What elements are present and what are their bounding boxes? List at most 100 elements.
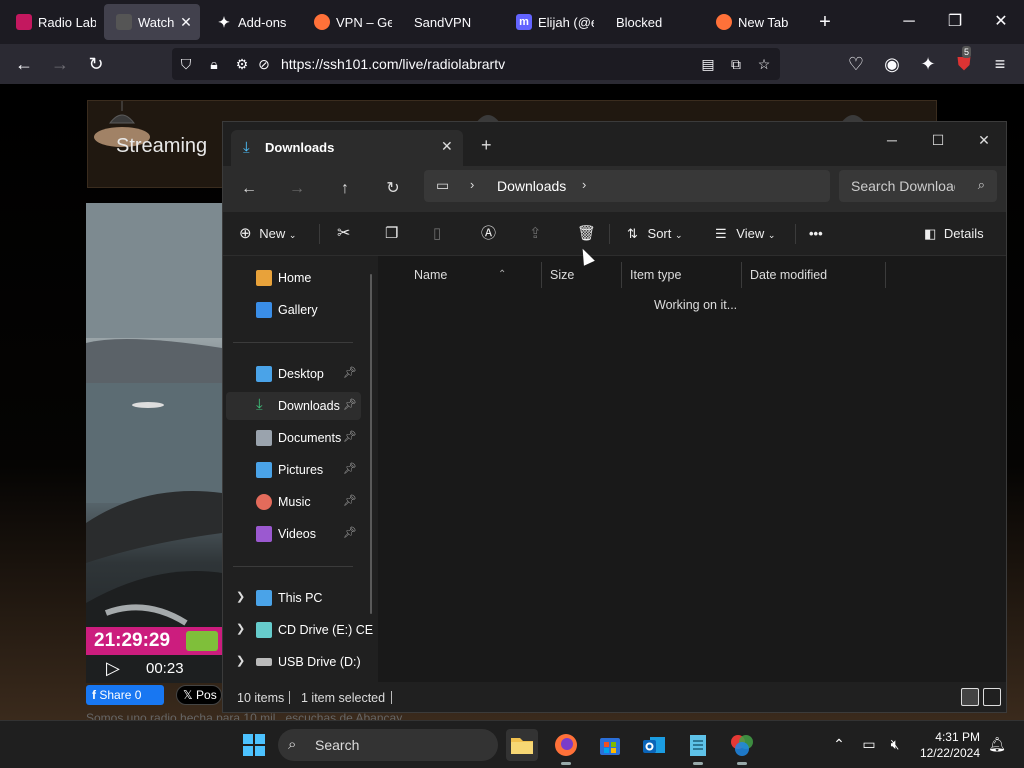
network-icon[interactable]: ▭: [858, 733, 880, 755]
rename-icon[interactable]: Ⓐ: [481, 222, 496, 246]
x-post-button[interactable]: 𝕏 Pos: [176, 685, 222, 705]
ublock-icon[interactable]: ⛊ 5: [950, 46, 978, 78]
nav-scrollbar[interactable]: [370, 274, 372, 614]
details-pane-button[interactable]: ◧ Details: [924, 222, 984, 246]
firefox-app[interactable]: [550, 729, 582, 765]
column-header-size[interactable]: Size: [542, 262, 622, 288]
outlook-app[interactable]: [638, 729, 670, 761]
shield-icon[interactable]: ⛉: [176, 54, 196, 74]
search-icon[interactable]: ⌕: [978, 177, 985, 193]
tracking-blocked-icon[interactable]: ⊘: [254, 54, 274, 74]
delete-icon[interactable]: 🗑︎: [577, 222, 596, 246]
new-button[interactable]: ⊕ New ⌄: [239, 222, 296, 246]
start-button[interactable]: [238, 729, 270, 761]
chevron-right-icon[interactable]: ❯: [236, 622, 245, 635]
close-tab-icon[interactable]: ✕: [441, 138, 453, 155]
nav-item-cd-drive[interactable]: ❯ CD Drive (E:) CE: [226, 616, 373, 644]
url-text[interactable]: https://ssh101.com/live/radiolabrartv: [281, 56, 505, 72]
nav-item-pictures[interactable]: Pictures 📌︎: [226, 456, 361, 484]
reload-button[interactable]: ↻: [82, 50, 110, 78]
browser-tab[interactable]: Blocked: [604, 4, 694, 40]
close-tab-icon[interactable]: ✕: [176, 14, 196, 31]
reader-view-icon[interactable]: ▤: [698, 54, 718, 74]
pin-icon[interactable]: 📌︎: [343, 398, 357, 411]
nav-item-videos[interactable]: Videos 📌︎: [226, 520, 361, 548]
browser-tab[interactable]: VPN – Get: [302, 4, 392, 40]
more-options-button[interactable]: •••: [809, 222, 823, 246]
copy-icon[interactable]: ❐: [385, 222, 398, 246]
large-icons-view-icon[interactable]: [983, 688, 1001, 706]
details-view-icon[interactable]: [961, 688, 979, 706]
cut-icon[interactable]: ✂: [337, 222, 350, 246]
browser-tab[interactable]: ✦ Add-ons f: [204, 4, 290, 40]
minimize-button[interactable]: ─: [886, 8, 932, 36]
nav-item-music[interactable]: Music 📌︎: [226, 488, 361, 516]
pocket-icon[interactable]: ♡: [842, 50, 870, 78]
notepad-app[interactable]: [682, 729, 714, 765]
minimize-button[interactable]: ─: [869, 126, 915, 154]
lock-icon[interactable]: 🔒︎: [204, 54, 224, 74]
paste-icon[interactable]: ▯: [433, 222, 441, 246]
account-icon[interactable]: ◉: [878, 50, 906, 78]
breadcrumb-downloads[interactable]: Downloads: [497, 178, 566, 194]
sort-button[interactable]: ⇅ Sort ⌄: [627, 222, 683, 246]
browser-tab[interactable]: New Tab: [704, 4, 800, 40]
chevron-right-icon[interactable]: ›: [470, 177, 474, 192]
column-header-item-type[interactable]: Item type: [622, 262, 742, 288]
chevron-up-icon[interactable]: ⌃: [828, 733, 850, 755]
back-button[interactable]: ←: [10, 50, 38, 78]
menu-icon[interactable]: ≡: [986, 50, 1014, 78]
pin-icon[interactable]: 📌︎: [343, 526, 357, 539]
this-pc-icon[interactable]: ▭: [436, 177, 449, 194]
restore-button[interactable]: ❐: [932, 8, 978, 36]
volume-muted-icon[interactable]: 🔇︎: [884, 733, 906, 755]
nav-item-gallery[interactable]: Gallery: [226, 296, 361, 324]
column-header-name[interactable]: ⌃ Name: [406, 262, 542, 288]
maximize-button[interactable]: ☐: [915, 126, 961, 154]
pin-icon[interactable]: 📌︎: [343, 366, 357, 379]
address-bar[interactable]: ▭ › Downloads ›: [424, 170, 830, 202]
clock-time[interactable]: 4:31 PM: [910, 730, 980, 744]
refresh-button[interactable]: ↻: [379, 175, 407, 203]
view-button[interactable]: ☰ View ⌄: [715, 222, 775, 246]
extensions-icon[interactable]: ✦: [914, 50, 942, 78]
new-tab-button[interactable]: +: [481, 135, 492, 156]
share-icon[interactable]: ⇪: [529, 222, 542, 246]
close-window-button[interactable]: ✕: [978, 8, 1024, 36]
file-explorer-app[interactable]: [506, 729, 538, 761]
column-header-date-modified[interactable]: Date modified: [742, 262, 886, 288]
pin-icon[interactable]: 📌︎: [343, 462, 357, 475]
new-tab-button[interactable]: +: [802, 8, 848, 36]
clock-date[interactable]: 12/22/2024: [905, 746, 980, 760]
nav-item-downloads[interactable]: ⤓ Downloads 📌︎: [226, 392, 361, 420]
up-button[interactable]: ↑: [331, 175, 359, 203]
forward-button[interactable]: →: [46, 50, 74, 78]
nav-item-usb-drive[interactable]: ❯ USB Drive (D:): [226, 648, 361, 676]
close-window-button[interactable]: ✕: [961, 126, 1007, 154]
play-icon[interactable]: ▷: [106, 658, 120, 679]
search-box[interactable]: Search Downloads ⌕: [839, 170, 997, 202]
color-app[interactable]: [726, 729, 758, 765]
store-app[interactable]: [594, 729, 626, 761]
bookmark-star-icon[interactable]: ☆: [754, 54, 774, 74]
notifications-icon[interactable]: 🔔︎: [986, 733, 1008, 755]
pin-icon[interactable]: 📌︎: [343, 430, 357, 443]
picture-in-picture-icon[interactable]: ⧉: [726, 54, 746, 74]
chevron-right-icon[interactable]: ›: [582, 177, 586, 192]
browser-tab-active[interactable]: Watch | ✕: [104, 4, 200, 40]
chevron-right-icon[interactable]: ❯: [236, 590, 245, 603]
nav-item-this-pc[interactable]: ❯ This PC: [226, 584, 361, 612]
forward-button[interactable]: →: [283, 175, 311, 203]
file-list-pane[interactable]: ⌃ Name Size Item type Date modified Work…: [378, 256, 1006, 682]
browser-tab[interactable]: Radio Labr: [4, 4, 96, 40]
browser-tab[interactable]: SandVPN: [402, 4, 492, 40]
taskbar-search[interactable]: ⌕ Search: [278, 729, 498, 761]
nav-item-documents[interactable]: Documents 📌︎: [226, 424, 361, 452]
video-player[interactable]: 21:29:29 ▷ 00:23: [86, 203, 222, 683]
nav-item-home[interactable]: Home: [226, 264, 361, 292]
browser-tab[interactable]: m Elijah (@el: [504, 4, 594, 40]
pin-icon[interactable]: 📌︎: [343, 494, 357, 507]
chevron-right-icon[interactable]: ❯: [236, 654, 245, 667]
url-bar[interactable]: ⛉ 🔒︎ ⚙ ⊘ https://ssh101.com/live/radiola…: [172, 48, 780, 80]
permissions-icon[interactable]: ⚙: [232, 54, 252, 74]
